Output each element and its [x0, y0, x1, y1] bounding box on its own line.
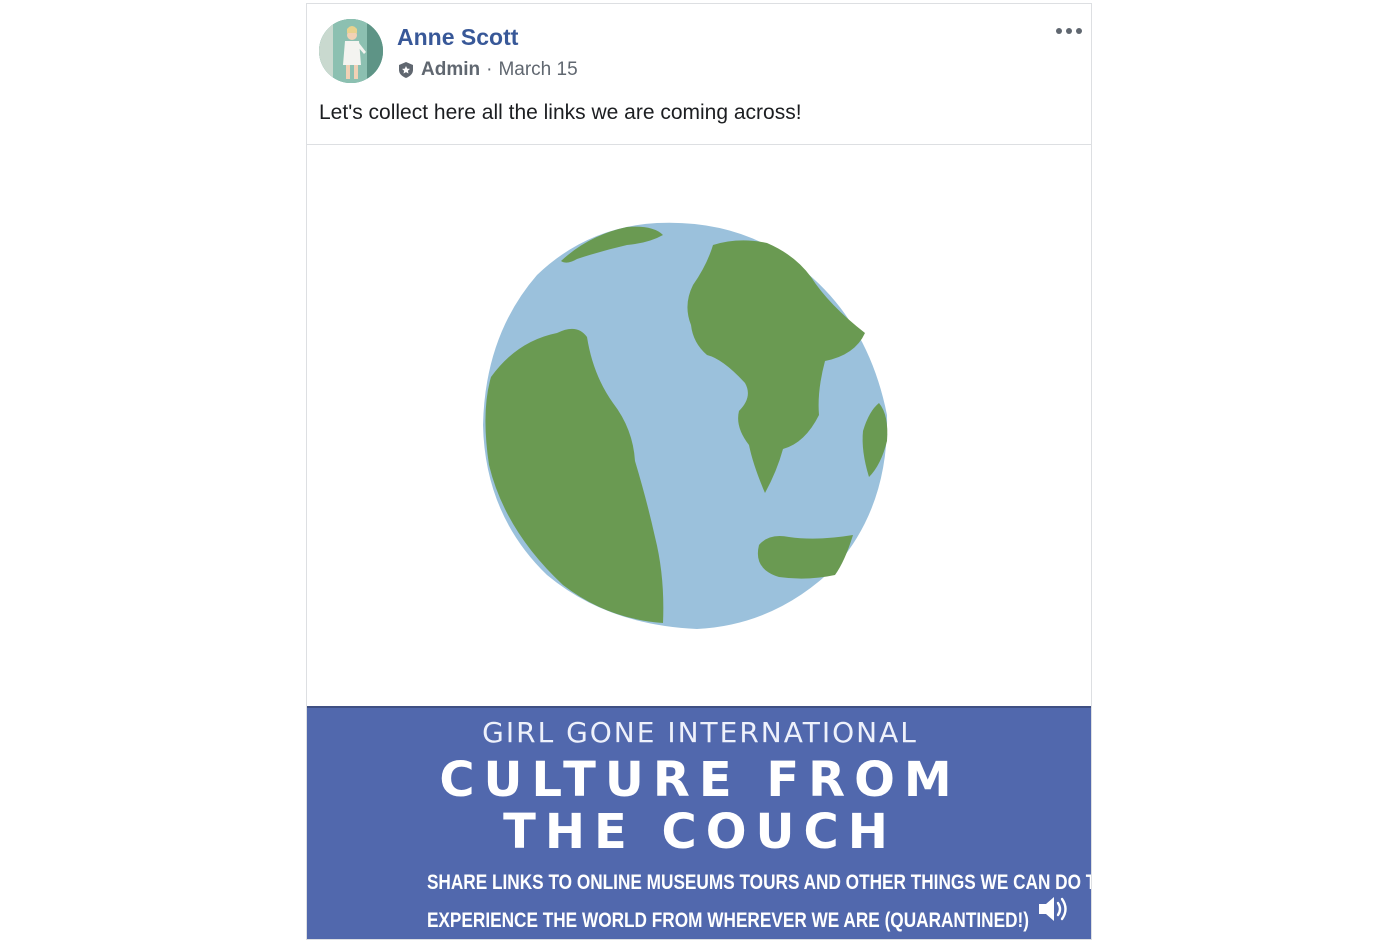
banner-title: CULTURE FROM THE COUCH: [307, 752, 1091, 860]
globe-illustration: [483, 222, 888, 630]
post-meta: Admin · March 15: [397, 58, 578, 82]
author-avatar[interactable]: [319, 19, 383, 83]
volume-button[interactable]: [1033, 889, 1073, 929]
more-options-button[interactable]: [1051, 16, 1087, 46]
video-player[interactable]: GIRL GONE INTERNATIONAL CULTURE FROM THE…: [307, 145, 1092, 939]
post-header: Anne Scott Admin · March 15 Let's collec…: [307, 4, 1091, 144]
banner-subtitle-line1: SHARE LINKS TO ONLINE MUSEUMS TOURS AND …: [426, 871, 1092, 894]
banner-subtitle: SHARE LINKS TO ONLINE MUSEUMS TOURS AND …: [426, 864, 1092, 939]
admin-role-label: Admin: [421, 59, 481, 80]
author-name-link[interactable]: Anne Scott: [397, 24, 518, 51]
admin-badge-icon: [399, 62, 413, 78]
video-banner: GIRL GONE INTERNATIONAL CULTURE FROM THE…: [307, 706, 1092, 939]
banner-subtitle-line2: EXPERIENCE THE WORLD FROM WHEREVER WE AR…: [426, 909, 1030, 932]
banner-title-line2: THE COUCH: [503, 804, 897, 860]
more-options-icon: [1056, 28, 1082, 34]
profile-photo-icon: [319, 19, 383, 83]
post-date-link[interactable]: March 15: [498, 59, 577, 81]
volume-icon: [1039, 897, 1067, 921]
banner-title-line1: CULTURE FROM: [439, 752, 961, 808]
meta-separator: ·: [486, 59, 493, 80]
post-card: Anne Scott Admin · March 15 Let's collec…: [306, 3, 1092, 940]
post-message: Let's collect here all the links we are …: [319, 101, 802, 124]
banner-kicker: GIRL GONE INTERNATIONAL: [482, 716, 918, 749]
